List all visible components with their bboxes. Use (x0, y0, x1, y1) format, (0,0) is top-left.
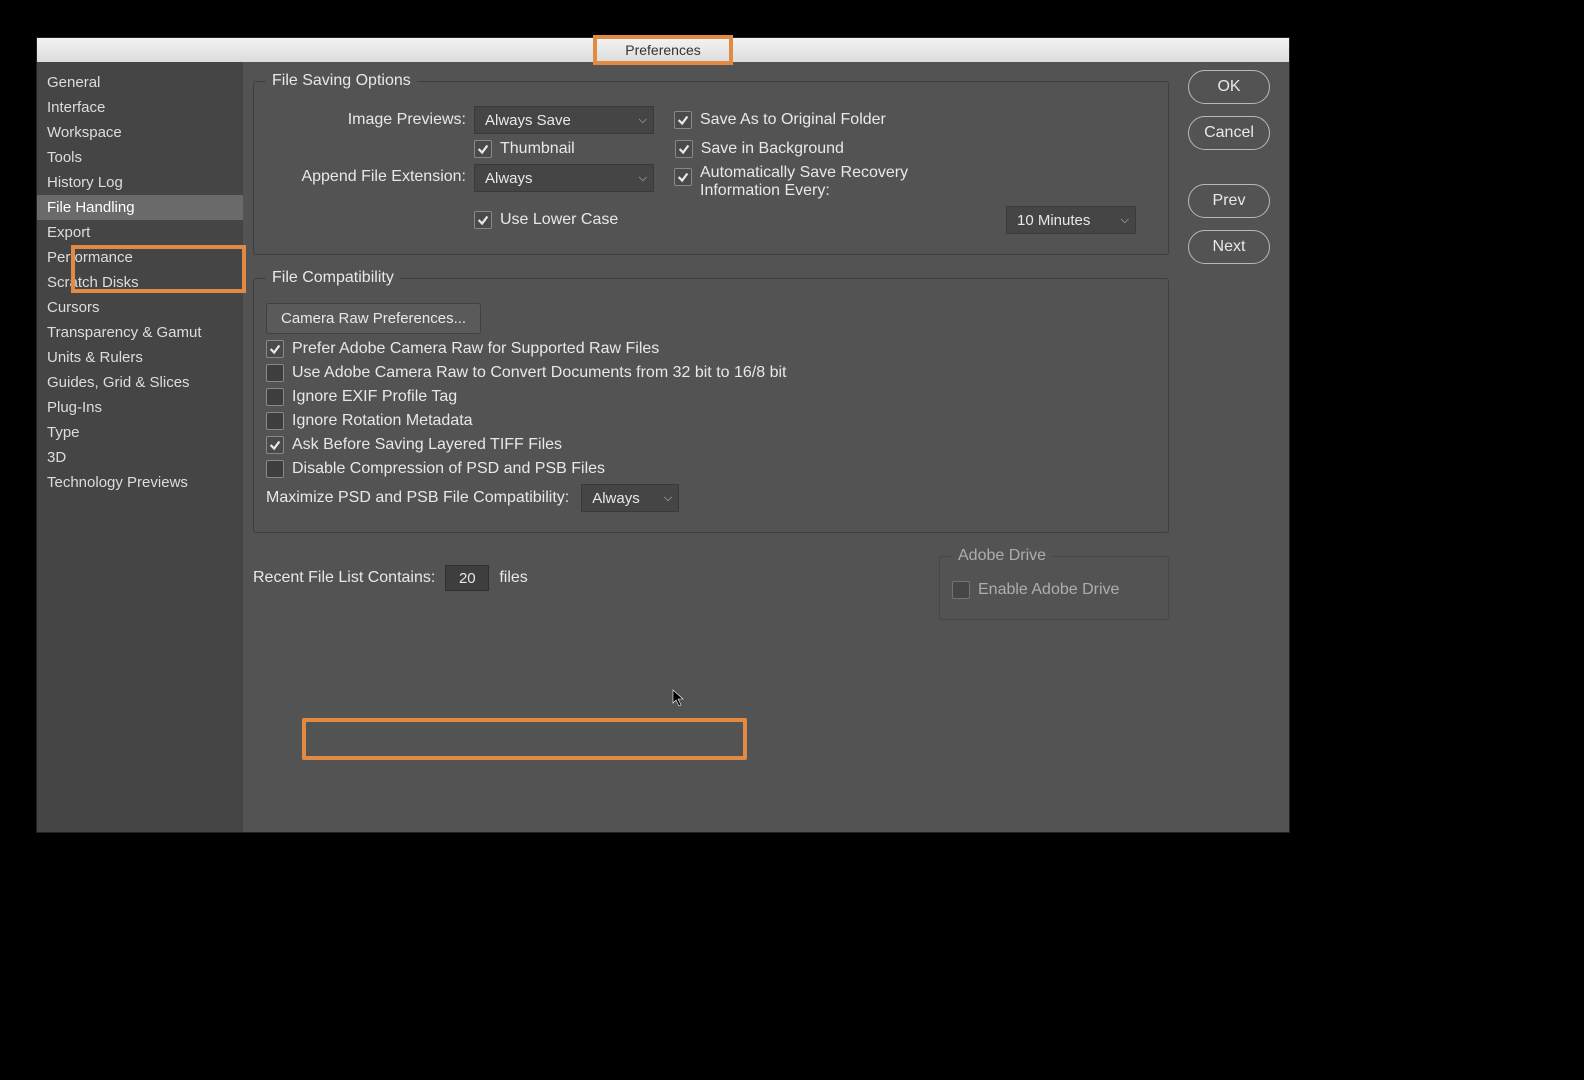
append-ext-select[interactable]: Always⌵ (474, 164, 654, 192)
chevron-down-icon: ⌵ (639, 114, 647, 127)
sidebar-item-type[interactable]: Type (37, 420, 243, 445)
preferences-window: Preferences GeneralInterfaceWorkspaceToo… (37, 38, 1289, 832)
use-acr-convert-label: Use Adobe Camera Raw to Convert Document… (292, 364, 786, 382)
sidebar-item-transparency-gamut[interactable]: Transparency & Gamut (37, 320, 243, 345)
file-saving-group: File Saving Options Image Previews: Alwa… (253, 72, 1169, 255)
adobe-drive-legend: Adobe Drive (952, 547, 1052, 565)
ignore-rotation-label: Ignore Rotation Metadata (292, 412, 473, 430)
sidebar-item-3d[interactable]: 3D (37, 445, 243, 470)
sidebar-item-interface[interactable]: Interface (37, 95, 243, 120)
use-acr-convert-checkbox[interactable] (266, 364, 284, 382)
chevron-down-icon: ⌵ (664, 492, 672, 505)
dialog-buttons: OK Cancel Prev Next (1181, 62, 1289, 832)
prefer-acr-checkbox[interactable] (266, 340, 284, 358)
save-background-checkbox[interactable] (675, 140, 693, 158)
auto-save-checkbox[interactable] (674, 168, 692, 186)
sidebar-item-scratch-disks[interactable]: Scratch Disks (37, 270, 243, 295)
prev-button[interactable]: Prev (1188, 184, 1270, 218)
sidebar-item-workspace[interactable]: Workspace (37, 120, 243, 145)
disable-compress-checkbox[interactable] (266, 460, 284, 478)
enable-adobe-drive-label: Enable Adobe Drive (978, 581, 1119, 599)
auto-save-label: Automatically Save Recovery Information … (700, 164, 960, 200)
image-previews-label: Image Previews: (266, 111, 466, 129)
ask-tiff-label: Ask Before Saving Layered TIFF Files (292, 436, 562, 454)
enable-adobe-drive-checkbox (952, 581, 970, 599)
preferences-content: File Saving Options Image Previews: Alwa… (243, 62, 1181, 832)
recent-files-suffix: files (499, 569, 527, 587)
use-lower-label: Use Lower Case (500, 211, 618, 229)
save-as-original-checkbox[interactable] (674, 111, 692, 129)
auto-save-interval-select[interactable]: 10 Minutes⌵ (1006, 206, 1136, 234)
use-lower-checkbox[interactable] (474, 211, 492, 229)
adobe-drive-group: Adobe Drive Enable Adobe Drive (939, 547, 1169, 620)
file-saving-legend: File Saving Options (266, 72, 417, 90)
window-title: Preferences (625, 42, 700, 58)
disable-compress-label: Disable Compression of PSD and PSB Files (292, 460, 605, 478)
file-compat-legend: File Compatibility (266, 269, 400, 287)
thumbnail-checkbox[interactable] (474, 140, 492, 158)
sidebar-item-history-log[interactable]: History Log (37, 170, 243, 195)
chevron-down-icon: ⌵ (1121, 214, 1129, 227)
recent-files-label: Recent File List Contains: (253, 569, 435, 587)
file-compatibility-group: File Compatibility Camera Raw Preference… (253, 269, 1169, 533)
next-button[interactable]: Next (1188, 230, 1270, 264)
sidebar-item-technology-previews[interactable]: Technology Previews (37, 470, 243, 495)
recent-files-input[interactable] (445, 565, 489, 591)
ask-tiff-checkbox[interactable] (266, 436, 284, 454)
save-as-original-label: Save As to Original Folder (700, 111, 886, 129)
thumbnail-label: Thumbnail (500, 140, 575, 158)
sidebar-item-general[interactable]: General (37, 70, 243, 95)
ignore-rotation-checkbox[interactable] (266, 412, 284, 430)
sidebar-item-tools[interactable]: Tools (37, 145, 243, 170)
ok-button[interactable]: OK (1188, 70, 1270, 104)
append-ext-label: Append File Extension: (266, 164, 466, 186)
camera-raw-prefs-button[interactable]: Camera Raw Preferences... (266, 303, 481, 334)
ignore-exif-label: Ignore EXIF Profile Tag (292, 388, 457, 406)
max-compat-select[interactable]: Always⌵ (581, 484, 679, 512)
titlebar: Preferences (37, 38, 1289, 62)
sidebar-item-export[interactable]: Export (37, 220, 243, 245)
prefer-acr-label: Prefer Adobe Camera Raw for Supported Ra… (292, 340, 659, 358)
sidebar-item-performance[interactable]: Performance (37, 245, 243, 270)
sidebar-item-guides-grid-slices[interactable]: Guides, Grid & Slices (37, 370, 243, 395)
sidebar-item-file-handling[interactable]: File Handling (37, 195, 243, 220)
sidebar-item-cursors[interactable]: Cursors (37, 295, 243, 320)
max-compat-label: Maximize PSD and PSB File Compatibility: (266, 489, 569, 507)
ignore-exif-checkbox[interactable] (266, 388, 284, 406)
sidebar-item-units-rulers[interactable]: Units & Rulers (37, 345, 243, 370)
sidebar-item-plug-ins[interactable]: Plug-Ins (37, 395, 243, 420)
image-previews-select[interactable]: Always Save⌵ (474, 106, 654, 134)
chevron-down-icon: ⌵ (639, 172, 647, 185)
save-background-label: Save in Background (701, 140, 844, 158)
preferences-sidebar: GeneralInterfaceWorkspaceToolsHistory Lo… (37, 62, 243, 832)
cancel-button[interactable]: Cancel (1188, 116, 1270, 150)
